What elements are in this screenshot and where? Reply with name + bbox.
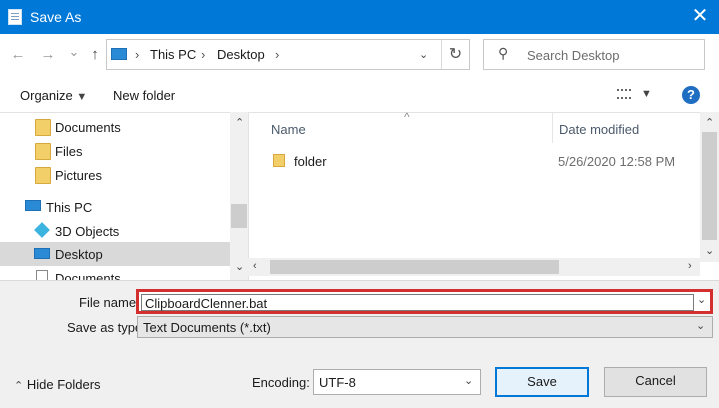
new-folder-button[interactable]: New folder: [113, 88, 175, 103]
encoding-select[interactable]: UTF-8 ⌄: [313, 369, 481, 395]
scroll-up-icon[interactable]: ⌃: [235, 116, 244, 129]
hide-folders-button[interactable]: ⌃ Hide Folders: [14, 377, 101, 392]
encoding-value: UTF-8: [319, 375, 356, 390]
file-name-label: File name:: [79, 295, 140, 310]
document-icon: [36, 270, 48, 280]
scrollbar-thumb[interactable]: [231, 204, 247, 228]
scroll-up-icon[interactable]: ⌃: [705, 116, 714, 129]
file-date: 5/26/2020 12:58 PM: [558, 154, 676, 169]
save-as-type-select[interactable]: Text Documents (*.txt) ⌄: [137, 316, 713, 338]
computer-icon: [25, 200, 41, 211]
save-as-type-value: Text Documents (*.txt): [143, 320, 271, 335]
scrollbar-thumb[interactable]: [270, 260, 559, 274]
breadcrumb-separator-icon[interactable]: ›: [275, 47, 279, 62]
forward-arrow-icon[interactable]: →: [38, 45, 58, 65]
chevron-down-icon: ⌄: [696, 320, 706, 332]
file-name-input[interactable]: ClipboardClenner.bat: [141, 294, 694, 311]
sidebar-item-label: Documents: [55, 271, 121, 280]
cube-icon: [34, 222, 50, 238]
chevron-down-icon[interactable]: ⌄: [697, 293, 706, 306]
sidebar-item-files[interactable]: Files: [0, 139, 230, 163]
details-view-icon: [617, 89, 631, 99]
column-header-name[interactable]: Name: [271, 122, 306, 137]
refresh-icon[interactable]: ↻: [441, 40, 469, 69]
scroll-right-icon[interactable]: ›: [688, 260, 692, 272]
sidebar-item-label: Pictures: [55, 168, 102, 183]
breadcrumb-this-pc[interactable]: This PC: [150, 47, 196, 62]
file-name: folder: [294, 154, 327, 169]
file-row[interactable]: folder 5/26/2020 12:58 PM: [249, 149, 689, 171]
file-name-highlight: ClipboardClenner.bat ⌄: [136, 289, 713, 314]
toolbar: [0, 78, 719, 112]
sidebar-scrollbar[interactable]: ⌃ ⌄: [230, 112, 248, 280]
encoding-label: Encoding:: [252, 375, 310, 390]
close-icon[interactable]: ✕: [689, 5, 711, 27]
cancel-button[interactable]: Cancel: [604, 367, 707, 397]
help-icon[interactable]: ?: [682, 86, 700, 104]
folder-icon: [35, 167, 51, 184]
chevron-down-icon: ▼: [76, 91, 88, 103]
back-arrow-icon[interactable]: ←: [8, 45, 28, 65]
breadcrumb-desktop[interactable]: Desktop: [217, 47, 265, 62]
hide-folders-label: Hide Folders: [26, 377, 101, 392]
vertical-scrollbar[interactable]: ⌃ ⌄: [700, 112, 719, 262]
chevron-down-icon: ⌄: [464, 375, 474, 387]
sidebar-item-this-pc[interactable]: This PC: [0, 195, 230, 219]
save-button[interactable]: Save: [495, 367, 589, 397]
sidebar-item-label: Documents: [55, 120, 121, 135]
up-arrow-icon[interactable]: ↑: [85, 45, 105, 65]
organize-label: Organize: [20, 88, 73, 103]
folder-icon: [35, 119, 51, 136]
file-list[interactable]: ^ Name Date modified folder 5/26/2020 12…: [248, 110, 719, 280]
folder-icon: [35, 143, 51, 160]
sidebar-item-label: 3D Objects: [55, 224, 120, 239]
chevron-up-icon: ⌃: [14, 380, 24, 392]
search-placeholder: Search Desktop: [527, 48, 620, 63]
address-bar[interactable]: › This PC › Desktop › ⌄ ↻: [106, 39, 470, 70]
notepad-icon: [8, 9, 22, 25]
breadcrumb-separator-icon: ›: [135, 47, 140, 62]
sidebar-item-pictures[interactable]: Pictures: [0, 163, 230, 187]
scroll-left-icon[interactable]: ‹: [253, 260, 257, 272]
save-as-type-label: Save as type:: [67, 320, 146, 335]
column-header-date-modified[interactable]: Date modified: [559, 122, 639, 137]
folder-icon: [273, 154, 285, 167]
change-view-button[interactable]: ▼: [617, 86, 652, 104]
search-icon: ⚲: [498, 45, 509, 61]
sidebar-item-label: Desktop: [55, 247, 103, 262]
scroll-down-icon[interactable]: ⌄: [705, 244, 714, 257]
computer-icon: [111, 48, 127, 60]
breadcrumb-separator-icon: ›: [201, 47, 206, 62]
file-name-value: ClipboardClenner.bat: [145, 296, 268, 311]
sidebar-item-label: This PC: [46, 200, 93, 215]
column-divider[interactable]: [552, 113, 553, 143]
sidebar-item-documents-2[interactable]: Documents: [0, 266, 230, 280]
address-dropdown-icon: ⌄: [419, 49, 429, 61]
sidebar-item-documents[interactable]: Documents: [0, 115, 230, 139]
chevron-down-icon: ▼: [641, 88, 652, 100]
desktop-icon: [34, 248, 50, 259]
search-input[interactable]: ⚲ Search Desktop: [483, 39, 705, 70]
title-bar: Save As ✕: [0, 0, 719, 34]
scroll-down-icon[interactable]: ⌄: [235, 260, 244, 273]
sidebar-item-desktop[interactable]: Desktop: [0, 242, 230, 266]
sort-arrow-icon: ^: [404, 110, 410, 124]
window-title: Save As: [30, 9, 82, 25]
navigation-pane[interactable]: Documents Files Pictures This PC 3D Obje…: [0, 112, 248, 280]
recent-locations-chevron-icon[interactable]: ⌄: [64, 42, 84, 62]
scrollbar-thumb[interactable]: [702, 132, 717, 240]
organize-button[interactable]: Organize ▼: [20, 88, 87, 103]
sidebar-item-label: Files: [55, 144, 83, 159]
sidebar-item-3d-objects[interactable]: 3D Objects: [0, 219, 230, 243]
